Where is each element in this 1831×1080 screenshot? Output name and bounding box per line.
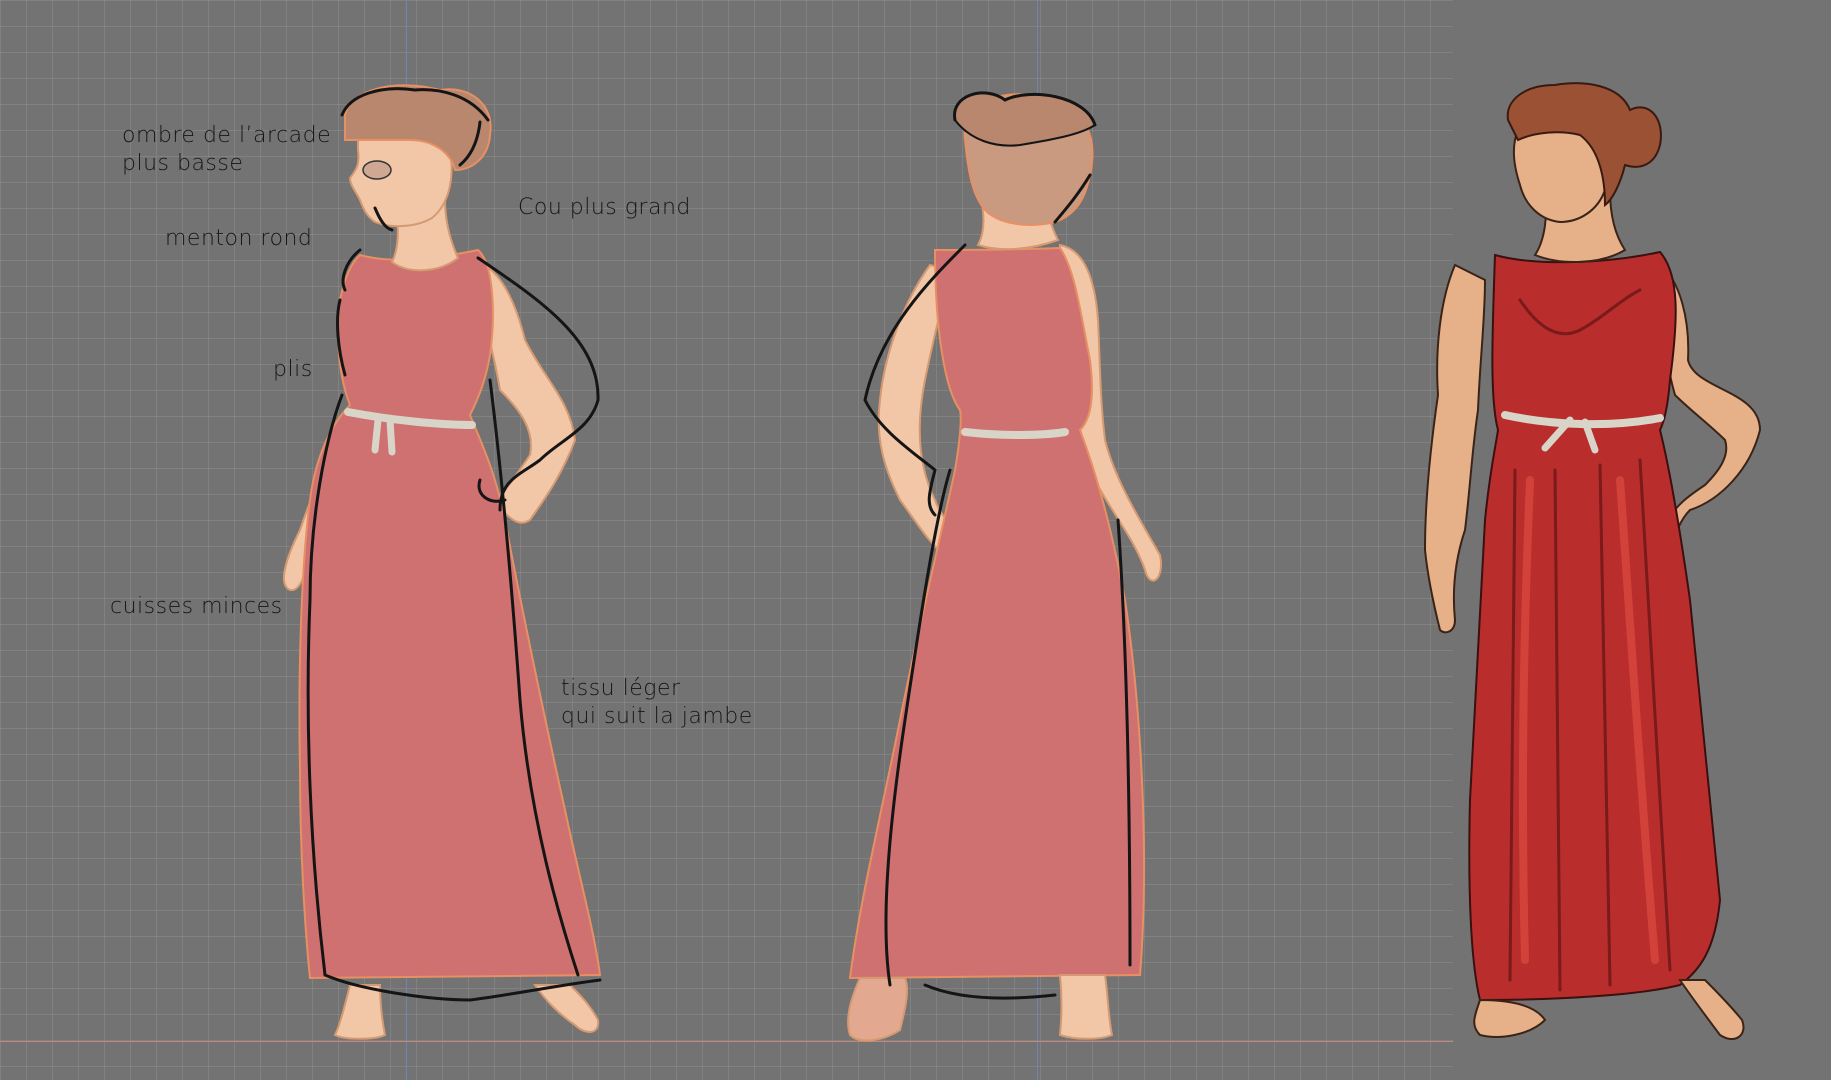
annotation-ombre: ombre de l’arcade plus basse [122,123,332,176]
final-left-foot [1473,998,1547,1038]
final-left-arm [1423,263,1487,634]
annotation-tissu: tissu léger qui suit la jambe [561,676,753,729]
annotation-cuisses: cuisses minces [110,594,283,619]
annotation-plis: plis [273,357,313,382]
annotation-menton: menton rond [165,226,313,251]
drawing-canvas: ombre de l’arcade plus basse Cou plus gr… [0,0,1831,1080]
final-right-foot [1678,979,1745,1040]
annotation-cou: Cou plus grand [518,195,691,220]
